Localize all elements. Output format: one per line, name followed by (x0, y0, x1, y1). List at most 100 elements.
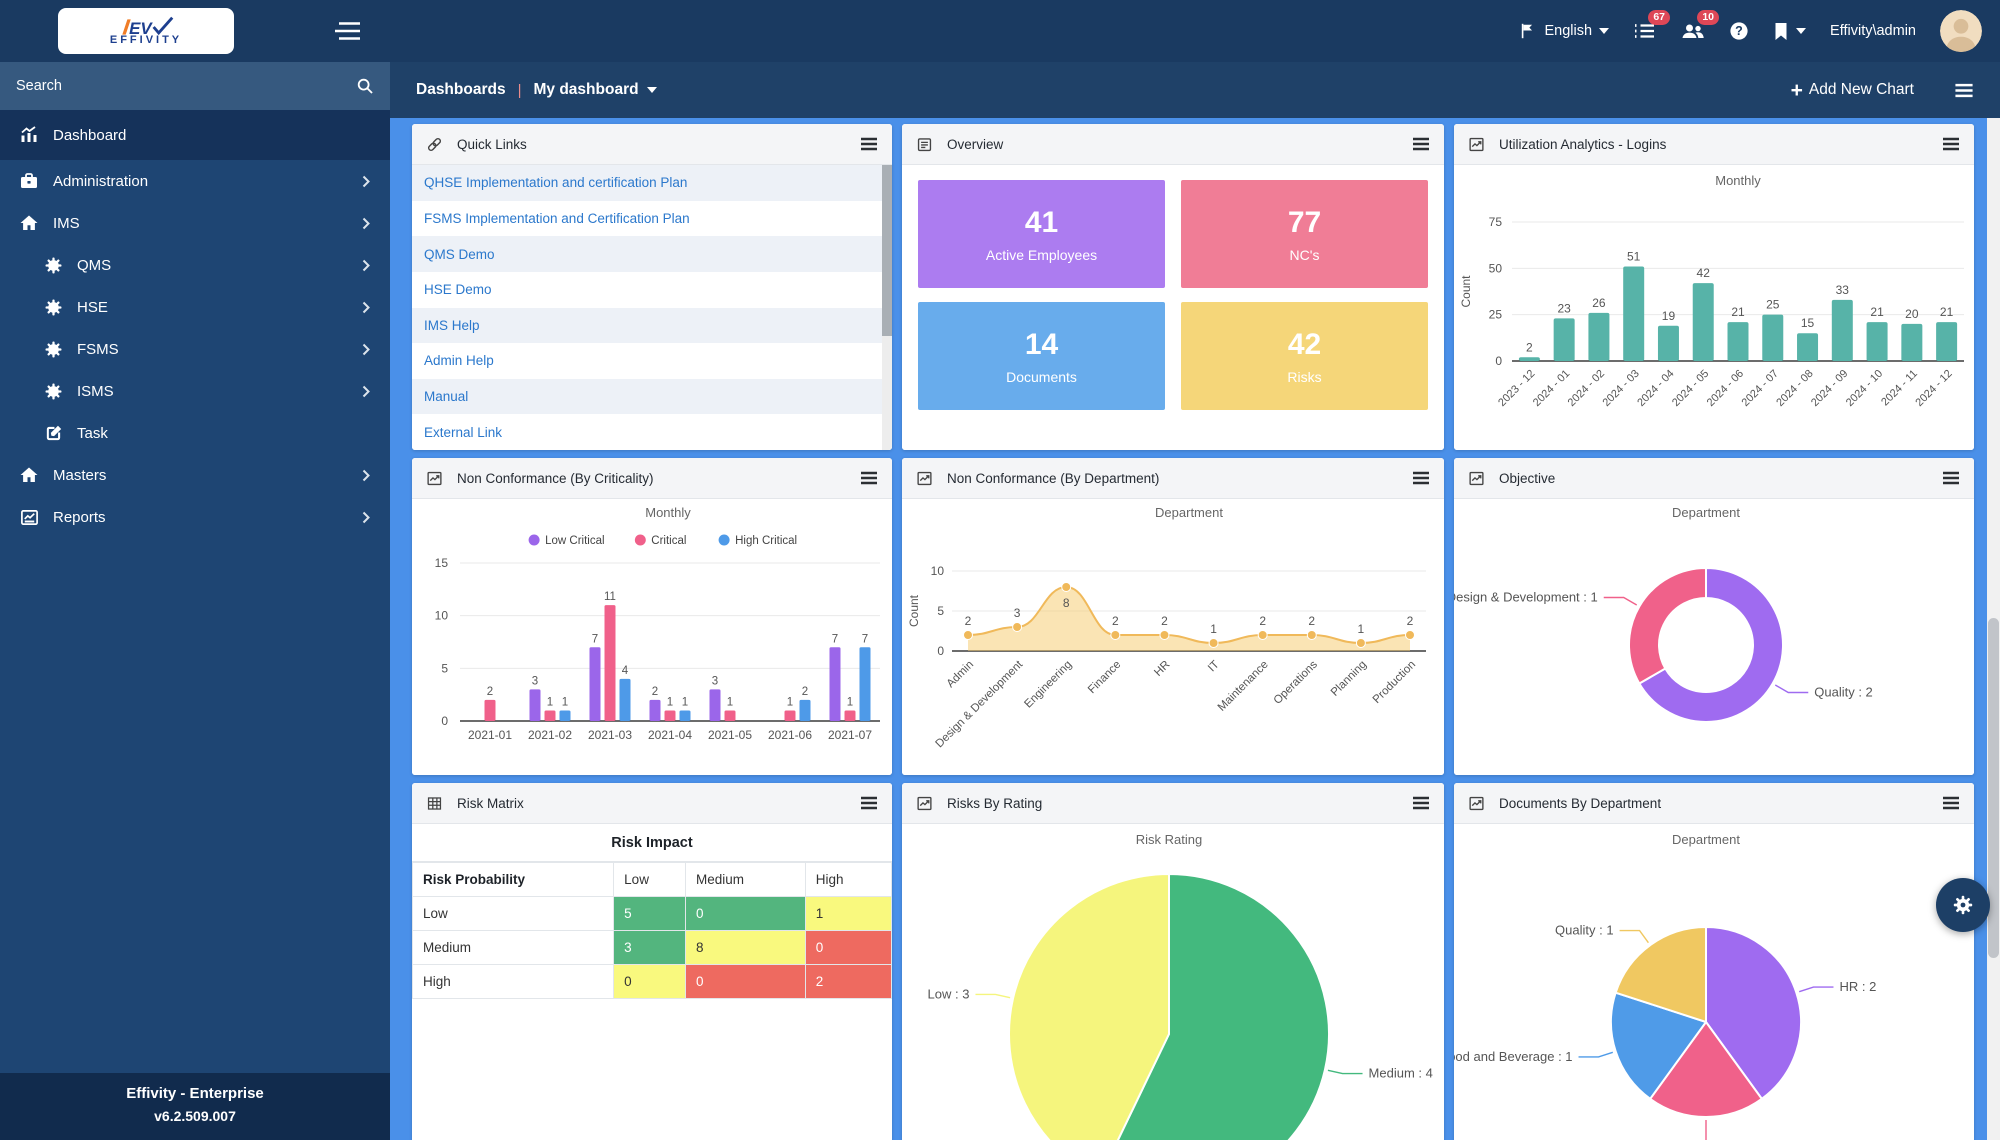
svg-text:0: 0 (441, 714, 448, 728)
overview-tile-nc-s[interactable]: 77 NC's (1181, 180, 1428, 288)
sidebar-toggle-button[interactable] (334, 20, 364, 42)
sidebar-item-qms[interactable]: QMS (0, 244, 390, 286)
sidebar-item-label: HSE (77, 298, 108, 316)
quick-link[interactable]: Manual (412, 378, 882, 415)
card-menu-button[interactable] (1942, 471, 1960, 485)
card-menu-button[interactable] (1412, 137, 1430, 151)
dashboard-menu-button[interactable] (1954, 83, 1974, 98)
card-scrollbar[interactable] (882, 165, 892, 450)
card-title: Quick Links (457, 136, 527, 152)
help-button[interactable]: ? (1729, 21, 1749, 41)
risk-cell: 0 (613, 964, 687, 999)
risk-cell: 5 (613, 896, 687, 931)
svg-text:Department: Department (1155, 505, 1223, 520)
risk-probability-header: Risk Probability (412, 862, 615, 897)
svg-text:1: 1 (682, 696, 688, 708)
sidebar-item-isms[interactable]: ISMS (0, 370, 390, 412)
scrollbar-thumb[interactable] (882, 165, 892, 336)
svg-text:15: 15 (1801, 316, 1815, 330)
quick-link[interactable]: Admin Help (412, 343, 882, 379)
card-title: Objective (1499, 470, 1556, 486)
card-header: Documents By Department (1454, 783, 1974, 824)
card-menu-button[interactable] (860, 796, 878, 810)
settings-fab-button[interactable] (1936, 878, 1990, 932)
sidebar-item-label: Dashboard (53, 126, 127, 144)
brand-logo[interactable]: EV EFFIVITY (58, 8, 234, 54)
svg-text:1: 1 (562, 696, 568, 708)
language-selector[interactable]: English (1519, 22, 1610, 40)
svg-text:50: 50 (1489, 261, 1503, 275)
card-header: Risk Matrix (412, 783, 892, 824)
overview-tile-active-employees[interactable]: 41 Active Employees (918, 180, 1165, 288)
overview-tile-documents[interactable]: 14 Documents (918, 302, 1165, 410)
sidebar-item-label: Task (77, 424, 108, 442)
home-icon (18, 465, 40, 485)
card-title: Non Conformance (By Department) (947, 470, 1160, 486)
sidebar-item-reports[interactable]: Reports (0, 496, 390, 538)
sidebar-item-hse[interactable]: HSE (0, 286, 390, 328)
svg-text:Count: Count (907, 594, 921, 627)
svg-text:1: 1 (547, 696, 553, 708)
search-input[interactable]: Search (0, 62, 390, 110)
dashboard-selector[interactable]: My dashboard (534, 81, 657, 99)
svg-text:2: 2 (1161, 614, 1168, 628)
sidebar-item-ims[interactable]: IMS (0, 202, 390, 244)
objective-donut-chart: Department Quality : 2 Design & Developmen… (1454, 505, 1873, 723)
quick-link[interactable]: FSMS Implementation and Certification Pl… (412, 201, 882, 237)
quick-link[interactable]: IMS Help (412, 307, 882, 344)
card-header: Objective (1454, 458, 1974, 499)
risk-cell: 2 (804, 964, 892, 999)
svg-text:2024 - 10: 2024 - 10 (1844, 368, 1885, 409)
card-menu-button[interactable] (1412, 796, 1430, 810)
sidebar-item-fsms[interactable]: FSMS (0, 328, 390, 370)
quick-link[interactable]: QMS Demo (412, 236, 882, 272)
card-header: Quick Links (412, 124, 892, 165)
risk-cell: 1 (804, 896, 892, 931)
risks-pie-chart: Risk Rating Medium : 4 Low : 3 (928, 832, 1433, 1140)
hamburger-icon (335, 22, 360, 40)
sidebar-item-administration[interactable]: Administration (0, 160, 390, 202)
svg-text:Planning: Planning (1329, 659, 1369, 699)
card-menu-button[interactable] (1942, 796, 1960, 810)
bookmarks-menu[interactable] (1773, 22, 1807, 41)
avatar[interactable] (1940, 10, 1982, 52)
svg-text:2024 - 03: 2024 - 03 (1600, 368, 1641, 409)
svg-text:4: 4 (622, 665, 629, 677)
chevron-right-icon (362, 385, 370, 398)
add-new-chart-label: Add New Chart (1808, 81, 1914, 98)
tile-label: NC's (1289, 246, 1320, 263)
svg-text:3: 3 (532, 675, 538, 687)
quick-link[interactable]: External Link (412, 414, 882, 450)
quick-link[interactable]: QHSE Implementation and certification Pl… (412, 165, 882, 201)
task-list-button[interactable]: 67 (1633, 10, 1671, 41)
card-menu-button[interactable] (1942, 137, 1960, 151)
quick-link[interactable]: HSE Demo (412, 272, 882, 308)
chevron-right-icon (362, 301, 370, 314)
chevron-down-icon (1599, 28, 1610, 34)
line-chart-icon (916, 795, 933, 812)
card-menu-button[interactable] (860, 137, 878, 151)
username-label: Effivity\admin (1830, 23, 1916, 39)
svg-text:2023 - 12: 2023 - 12 (1496, 368, 1537, 409)
breadcrumb: Dashboards | My dashboard + Add New Char… (390, 62, 2000, 118)
edit-icon (42, 424, 64, 443)
svg-text:10: 10 (435, 609, 449, 623)
svg-text:Maintenance: Maintenance (1216, 659, 1271, 714)
card-quick-links: Quick Links QHSE Implementation and cert… (412, 124, 892, 450)
chevron-right-icon (362, 343, 370, 356)
card-overview: Overview 41 Active Employees 77 NC's 14 Docum… (902, 124, 1444, 450)
sidebar-item-task[interactable]: Task (0, 412, 390, 454)
sidebar-item-dashboard[interactable]: Dashboard (0, 110, 390, 160)
overview-tile-risks[interactable]: 42 Risks (1181, 302, 1428, 410)
card-menu-button[interactable] (1412, 471, 1430, 485)
page-scrollbar[interactable] (1987, 118, 2000, 1140)
gear-icon (42, 382, 64, 401)
sidebar-item-masters[interactable]: Masters (0, 454, 390, 496)
card-title: Risk Matrix (457, 795, 524, 811)
brand-name: EFFIVITY (109, 34, 183, 46)
users-button[interactable]: 10 (1680, 10, 1720, 41)
card-title: Risks By Rating (947, 795, 1043, 811)
add-new-chart-button[interactable]: + Add New Chart (1791, 80, 1914, 101)
card-menu-button[interactable] (860, 471, 878, 485)
breadcrumb-dashboards[interactable]: Dashboards (416, 81, 506, 99)
